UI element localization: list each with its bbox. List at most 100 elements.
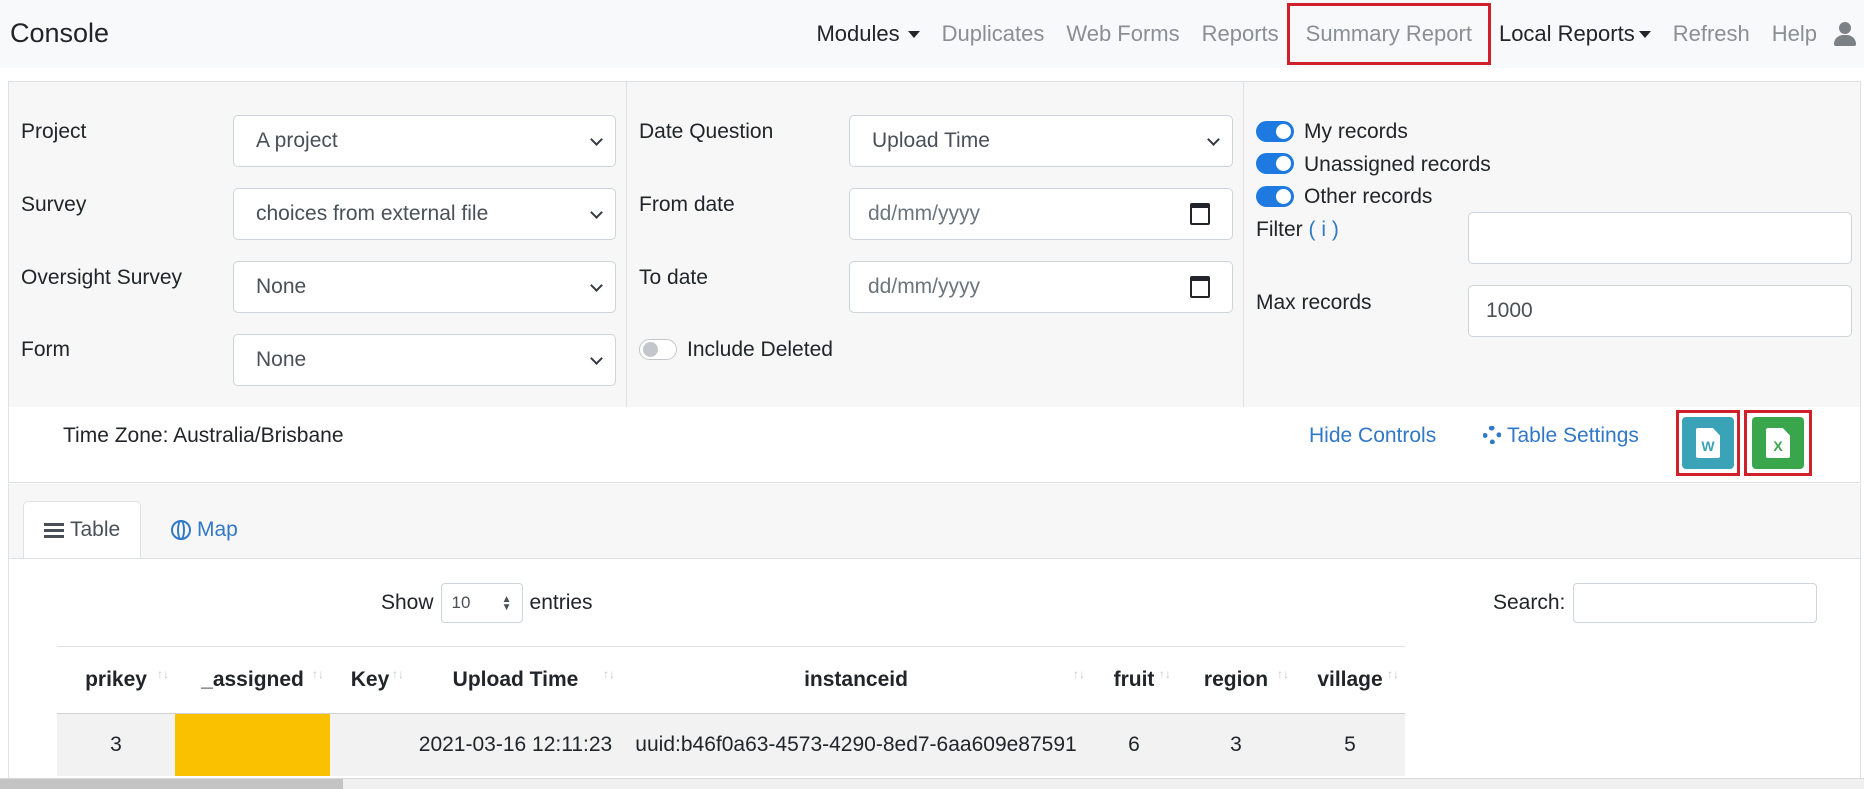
column-header-prikey[interactable]: prikey ↑↓ xyxy=(57,646,175,714)
form-label: Form xyxy=(21,338,70,361)
page-length-control: Show 10 ▲ ▼ entries xyxy=(381,583,593,623)
oversight-survey-label: Oversight Survey xyxy=(21,266,183,289)
tab-table-label: Table xyxy=(70,518,121,541)
tab-map[interactable]: Map xyxy=(151,501,258,558)
nav-help[interactable]: Help xyxy=(1761,21,1828,47)
header-label: _assigned xyxy=(201,668,304,691)
search-input[interactable] xyxy=(1573,583,1818,623)
project-value: A project xyxy=(256,129,338,152)
show-label: Show xyxy=(381,591,434,614)
export-word-button[interactable]: W xyxy=(1682,417,1734,469)
entries-label: entries xyxy=(529,591,593,614)
from-date-placeholder: dd/mm/yyyy xyxy=(868,202,981,225)
include-deleted-label: Include Deleted xyxy=(687,338,833,361)
user-icon[interactable] xyxy=(1834,22,1856,46)
export-excel-button[interactable]: X xyxy=(1752,417,1804,469)
page-length-select[interactable]: 10 ▲ ▼ xyxy=(440,583,523,623)
word-file-icon: W xyxy=(1696,428,1720,458)
date-question-select[interactable]: Upload Time xyxy=(849,115,1233,167)
nav-web-forms[interactable]: Web Forms xyxy=(1055,21,1190,47)
column-header-key[interactable]: Key ↑↓ xyxy=(330,646,410,714)
brand[interactable]: Console xyxy=(10,18,109,49)
unassigned-records-toggle[interactable] xyxy=(1256,153,1294,174)
cell-assigned xyxy=(175,713,330,776)
navbar: Console Modules Duplicates Web Forms Rep… xyxy=(0,0,1864,68)
hide-controls-link[interactable]: Hide Controls xyxy=(1309,424,1436,448)
chevron-down-icon xyxy=(1207,133,1220,146)
results-area: Table Map Show 10 ▲ ▼ entries Search: prik… xyxy=(8,484,1861,789)
from-date-input[interactable]: dd/mm/yyyy xyxy=(849,188,1233,240)
max-records-label: Max records xyxy=(1256,291,1372,314)
tab-map-label: Map xyxy=(197,517,238,541)
timezone-text: Time Zone: Australia/Brisbane xyxy=(63,424,344,447)
filter-label: Filter ( i ) xyxy=(1256,218,1339,242)
filter-label-text: Filter xyxy=(1256,218,1303,241)
survey-select[interactable]: choices from external file xyxy=(233,188,616,240)
sort-icon: ↑↓ xyxy=(1159,667,1171,681)
nav-summary-report[interactable]: Summary Report xyxy=(1286,3,1491,65)
cell-region: 3 xyxy=(1177,713,1295,776)
column-header-region[interactable]: region ↑↓ xyxy=(1177,646,1295,714)
column-header-upload-time[interactable]: Upload Time ↑↓ xyxy=(410,646,621,714)
filter-input[interactable] xyxy=(1468,212,1852,264)
project-label: Project xyxy=(21,120,87,143)
sort-icon: ↑↓ xyxy=(392,667,404,681)
calendar-icon[interactable] xyxy=(1190,276,1210,298)
sort-icon: ↑↓ xyxy=(157,667,169,681)
data-table: prikey ↑↓ _assigned ↑↓ Key ↑↓ Upload Time ↑↓… xyxy=(57,646,1405,776)
sort-icon: ↑↓ xyxy=(1073,667,1085,681)
nav-modules[interactable]: Modules xyxy=(805,21,930,47)
gear-icon xyxy=(1483,426,1501,444)
nav-local-reports-label: Local Reports xyxy=(1498,21,1635,46)
sort-icon: ↑↓ xyxy=(312,667,324,681)
my-records-toggle[interactable] xyxy=(1256,121,1294,142)
calendar-icon[interactable] xyxy=(1190,203,1210,225)
search-label: Search: xyxy=(1493,591,1566,614)
updown-icon: ▲ ▼ xyxy=(501,594,512,613)
header-label: Upload Time xyxy=(452,668,579,691)
controls-footer: Time Zone: Australia/Brisbane Hide Contr… xyxy=(9,407,1860,482)
date-question-label: Date Question xyxy=(639,120,774,143)
table-settings-label: Table Settings xyxy=(1507,424,1639,447)
my-records-label: My records xyxy=(1304,120,1408,143)
horizontal-scrollbar[interactable] xyxy=(0,778,1864,789)
project-select[interactable]: A project xyxy=(233,115,616,167)
column-header-fruit[interactable]: fruit ↑↓ xyxy=(1091,646,1177,714)
table-row[interactable]: 3 2021-03-16 12:11:23 uuid:b46f0a63-4573… xyxy=(57,713,1405,776)
table-settings-link[interactable]: Table Settings xyxy=(1483,424,1639,448)
from-date-label: From date xyxy=(639,193,735,216)
nav-modules-label: Modules xyxy=(816,21,900,46)
table-panel: Show 10 ▲ ▼ entries Search: prikey ↑↓ _assi… xyxy=(9,558,1860,789)
tab-table[interactable]: Table xyxy=(23,501,142,558)
nav-refresh[interactable]: Refresh xyxy=(1662,21,1761,47)
oversight-survey-select[interactable]: None xyxy=(233,261,616,313)
nav-local-reports[interactable]: Local Reports xyxy=(1488,21,1662,47)
nav-reports[interactable]: Reports xyxy=(1191,21,1290,47)
other-records-toggle[interactable] xyxy=(1256,186,1294,207)
chevron-down-icon xyxy=(590,133,603,146)
sort-icon: ↑↓ xyxy=(1277,667,1289,681)
to-date-input[interactable]: dd/mm/yyyy xyxy=(849,261,1233,313)
scrollbar-thumb[interactable] xyxy=(0,779,343,789)
column-header-village[interactable]: village ↑↓ xyxy=(1295,646,1405,714)
header-label: Key xyxy=(350,668,390,691)
include-deleted-toggle[interactable] xyxy=(639,339,677,360)
chevron-down-icon xyxy=(590,352,603,365)
header-label: prikey xyxy=(85,668,147,691)
to-date-placeholder: dd/mm/yyyy xyxy=(868,275,981,298)
nav-duplicates[interactable]: Duplicates xyxy=(931,21,1056,47)
max-records-input[interactable]: 1000 xyxy=(1468,285,1852,337)
cell-fruit: 6 xyxy=(1091,713,1177,776)
table-header-row: prikey ↑↓ _assigned ↑↓ Key ↑↓ Upload Time ↑↓… xyxy=(57,646,1405,714)
globe-icon xyxy=(171,519,191,540)
cell-key xyxy=(330,713,410,776)
controls-card: Project A project Survey choices from ex… xyxy=(8,81,1861,483)
form-select[interactable]: None xyxy=(233,334,616,386)
chevron-down-icon xyxy=(590,279,603,292)
table-search: Search: xyxy=(1493,583,1818,623)
header-label: village xyxy=(1317,668,1383,691)
filter-info-link[interactable]: ( i ) xyxy=(1309,218,1339,241)
oversight-value: None xyxy=(256,275,307,298)
column-header-instanceid[interactable]: instanceid ↑↓ xyxy=(621,646,1091,714)
column-header-assigned[interactable]: _assigned ↑↓ xyxy=(175,646,330,714)
